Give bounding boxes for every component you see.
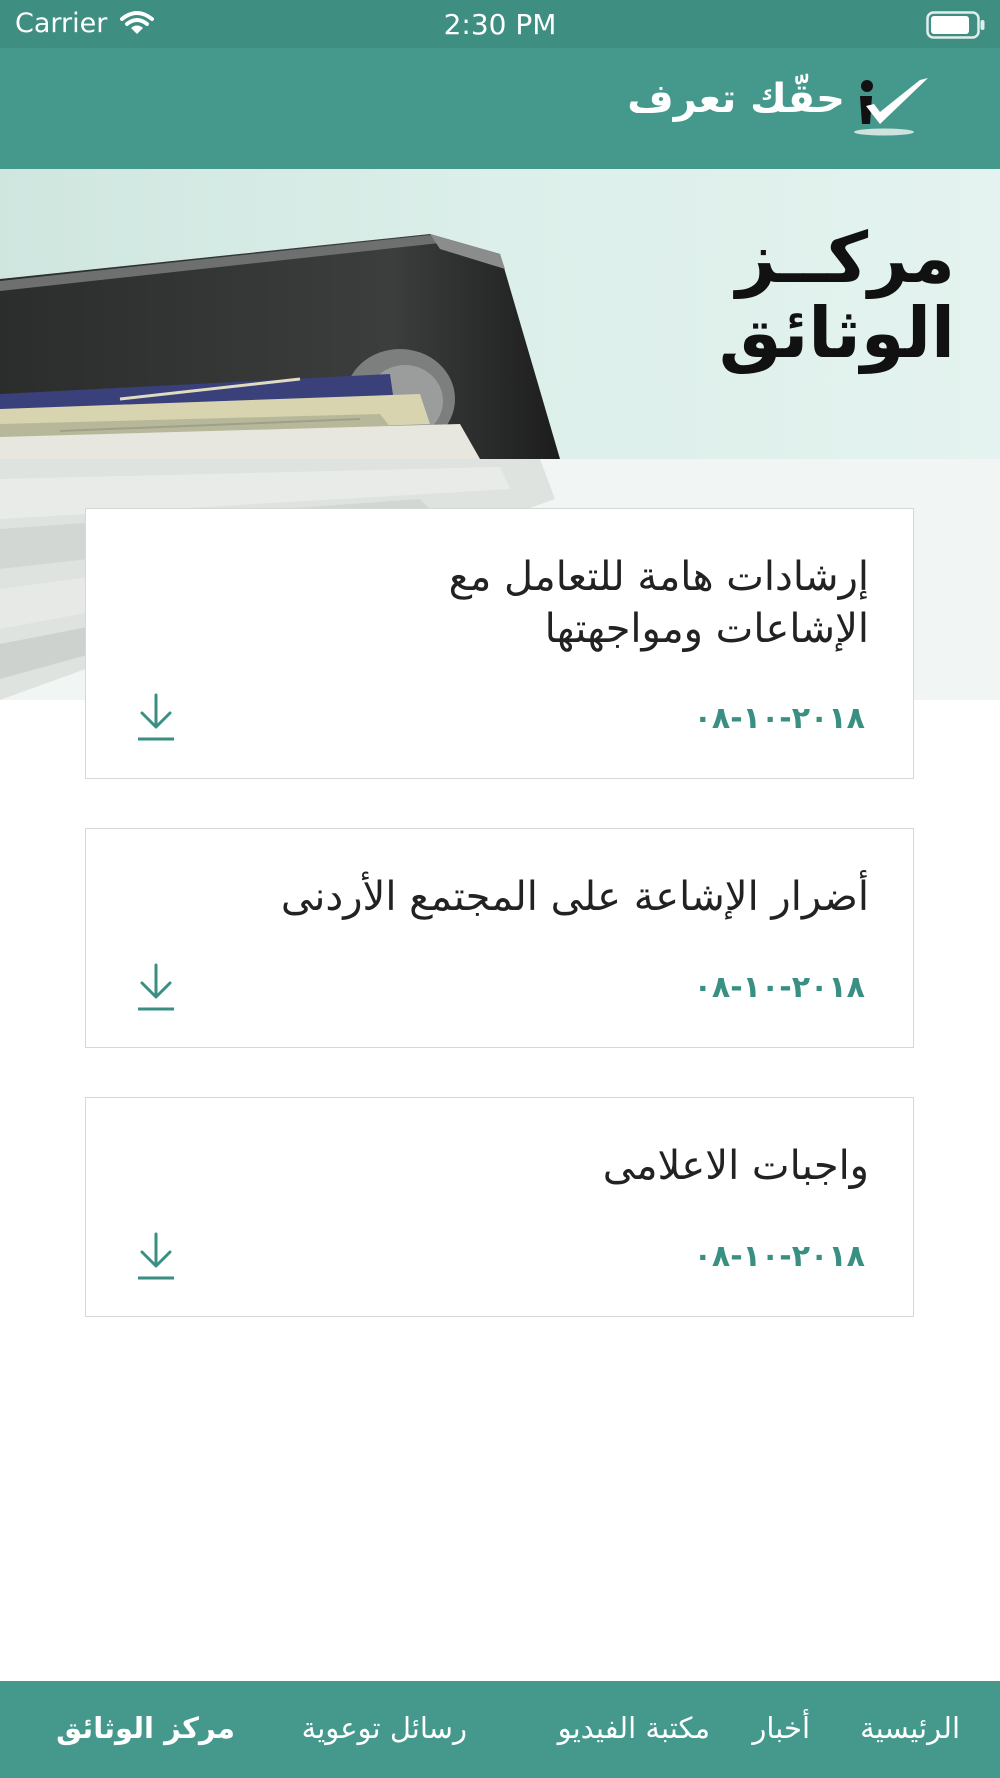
document-title: أضرار الإشاعة على المجتمع الأردنى <box>149 871 869 923</box>
status-bar: Carrier 2:30 PM <box>0 0 1000 48</box>
tab-documents-center[interactable]: مركز الوثائق <box>56 1711 235 1745</box>
document-date: ٢٠١٨-١٠-٠٨ <box>693 701 865 736</box>
document-card[interactable]: أضرار الإشاعة على المجتمع الأردنى ٢٠١٨-١… <box>85 828 914 1048</box>
tab-video-library[interactable]: مكتبة الفيديو <box>558 1711 710 1745</box>
tab-news[interactable]: أخبار <box>752 1711 810 1745</box>
document-title: إرشادات هامة للتعامل مع الإشاعات ومواجهت… <box>149 551 869 655</box>
page-title-line2: الوثائق <box>718 291 955 374</box>
hero-banner: مركــز الوثائق <box>0 169 1000 459</box>
tab-home[interactable]: الرئيسية <box>860 1711 960 1745</box>
battery-icon <box>926 11 985 39</box>
app-title: حقّك تعرف <box>627 76 845 122</box>
download-icon[interactable] <box>138 693 174 743</box>
download-icon[interactable] <box>138 1232 174 1282</box>
status-time: 2:30 PM <box>443 8 557 41</box>
document-date: ٢٠١٨-١٠-٠٨ <box>693 970 865 1005</box>
tab-awareness-messages[interactable]: رسائل توعوية <box>302 1711 467 1745</box>
page-title-line1: مركــز <box>736 217 955 299</box>
document-title-line1: واجبات الاعلامى <box>602 1143 869 1189</box>
document-title-line2: الإشاعات ومواجهتها <box>544 606 869 652</box>
download-icon[interactable] <box>138 963 174 1013</box>
document-date: ٢٠١٨-١٠-٠٨ <box>693 1239 865 1274</box>
bottom-tab-bar: الرئيسية أخبار مكتبة الفيديو رسائل توعوي… <box>0 1681 1000 1778</box>
app-header: حقّك تعرف <box>0 48 1000 169</box>
document-title-line1: أضرار الإشاعة على المجتمع الأردنى <box>280 874 869 920</box>
document-title: واجبات الاعلامى <box>149 1140 869 1192</box>
document-card[interactable]: واجبات الاعلامى ٢٠١٨-١٠-٠٨ <box>85 1097 914 1317</box>
checkmark-person-logo-icon <box>854 78 928 136</box>
page-title: مركــز الوثائق <box>719 221 955 371</box>
document-card[interactable]: إرشادات هامة للتعامل مع الإشاعات ومواجهت… <box>85 508 914 779</box>
document-title-line1: إرشادات هامة للتعامل مع <box>448 554 869 600</box>
